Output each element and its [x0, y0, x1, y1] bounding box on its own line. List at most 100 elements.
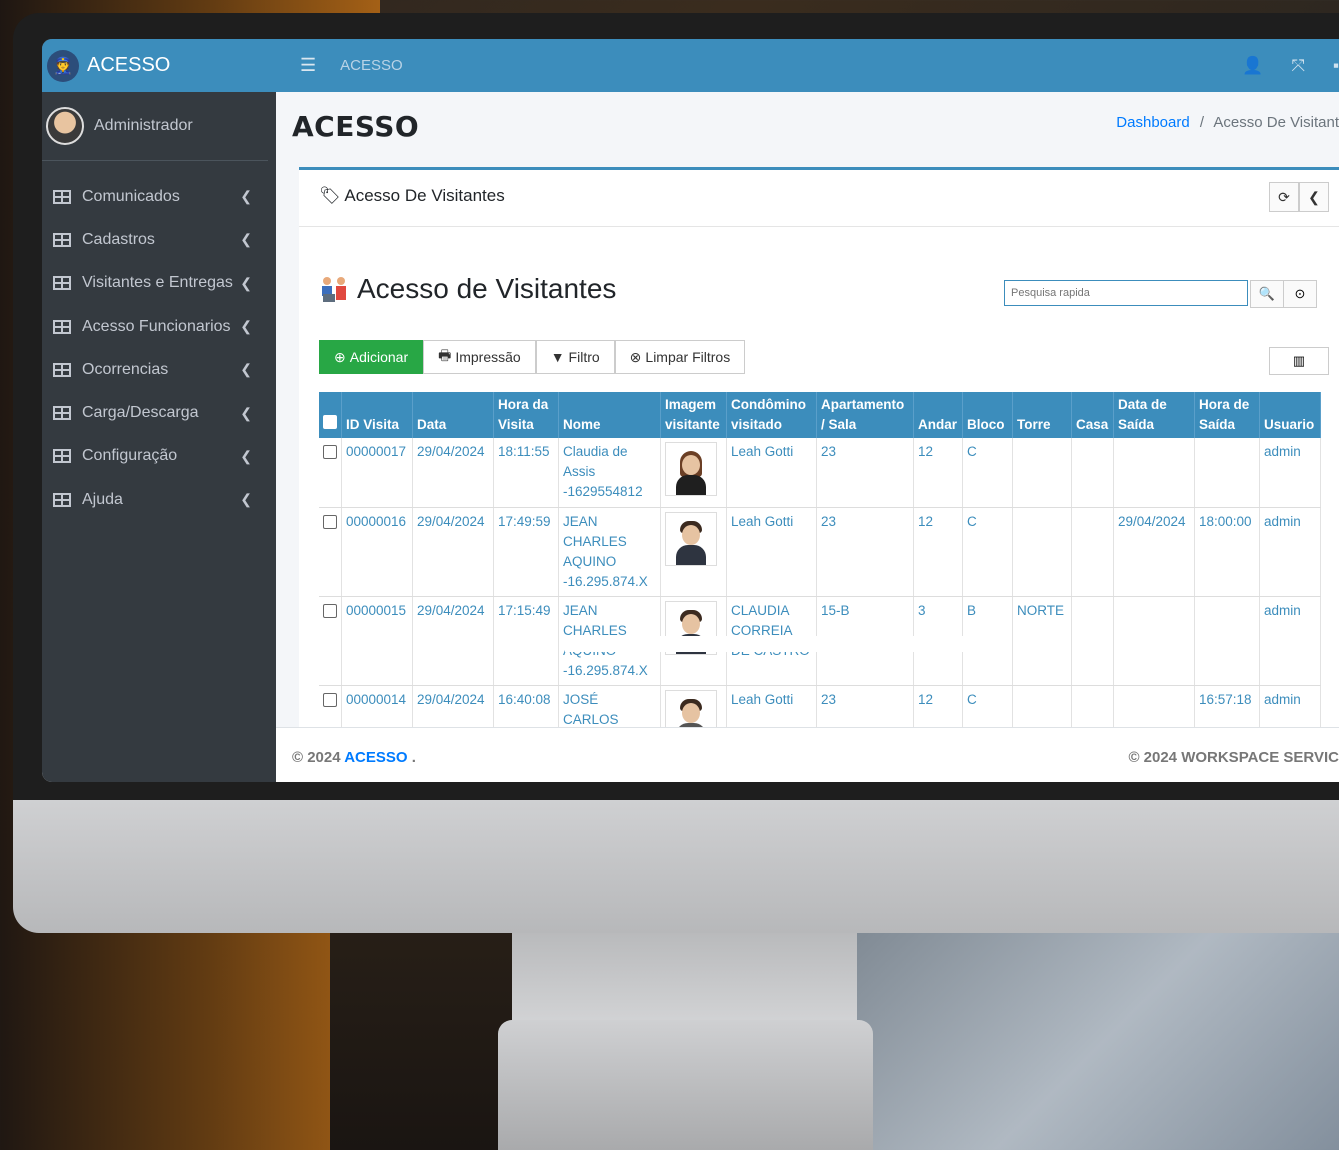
cell-exit-time[interactable]: [1194, 596, 1260, 686]
col-header[interactable]: Usuario: [1259, 392, 1321, 438]
sidebar: 👮 ACESSO Administrador Comunicados ❮ Cada…: [42, 39, 276, 782]
cell-date[interactable]: 29/04/2024: [412, 507, 494, 597]
col-header[interactable]: Data de Saída: [1113, 392, 1195, 438]
cell-bloco[interactable]: C: [962, 438, 1013, 508]
col-header[interactable]: Torre: [1012, 392, 1072, 438]
cell-name[interactable]: JEAN CHARLES AQUINO -16.295.874.X: [558, 507, 661, 597]
footer-link[interactable]: ACESSO: [344, 749, 407, 766]
cell-exit-date[interactable]: 29/04/2024: [1113, 507, 1195, 597]
col-header[interactable]: Condômino visitado: [726, 392, 817, 438]
row-checkbox-cell[interactable]: [319, 596, 342, 686]
add-button[interactable]: ⊕ Adicionar: [319, 340, 424, 374]
cell-casa[interactable]: [1071, 507, 1114, 597]
cell-condomino[interactable]: Leah Gotti: [726, 507, 817, 597]
sidebar-item-visitantes-entregas[interactable]: Visitantes e Entregas ❮: [42, 262, 276, 305]
table-icon: [53, 492, 71, 507]
page-title: ACESSO: [292, 110, 420, 143]
print-button[interactable]: 🖶 Impressão: [423, 340, 536, 374]
col-header[interactable]: Bloco: [962, 392, 1013, 438]
cell-torre[interactable]: [1012, 507, 1072, 597]
sidebar-item-label: Comunicados: [82, 187, 180, 205]
cell-user[interactable]: admin: [1259, 596, 1321, 686]
cell-bloco[interactable]: C: [962, 507, 1013, 597]
sidebar-item-label: Configuração: [82, 447, 178, 465]
filter-icon: ▼: [550, 349, 565, 365]
hamburger-icon[interactable]: ☰: [300, 55, 316, 76]
cell-exit-date[interactable]: [1113, 596, 1195, 686]
cell-name[interactable]: Claudia de Assis -1629554812: [558, 438, 661, 508]
cell-exit-date[interactable]: [1113, 438, 1195, 508]
sidebar-item-cadastros[interactable]: Cadastros ❮: [42, 218, 276, 261]
card-header: 🏷 Acesso De Visitantes ⟳ ❮: [299, 170, 1339, 227]
col-header[interactable]: Hora da Visita: [493, 392, 559, 438]
filter-button[interactable]: ▼ Filtro: [535, 340, 615, 374]
sidebar-item-carga-descarga[interactable]: Carga/Descarga ❮: [42, 391, 276, 434]
sidebar-item-label: Cadastros: [82, 230, 155, 248]
row-checkbox-cell[interactable]: [319, 438, 342, 508]
fullscreen-icon[interactable]: ⤧: [1291, 56, 1305, 76]
cell-casa[interactable]: [1071, 596, 1114, 686]
col-header[interactable]: Hora de Saída: [1194, 392, 1260, 438]
search-icon[interactable]: 🔍: [1250, 280, 1284, 308]
cell-andar[interactable]: 12: [913, 507, 963, 597]
col-header[interactable]: Andar: [913, 392, 963, 438]
cell-time[interactable]: 17:15:49: [493, 596, 559, 686]
grid-icon[interactable]: ▪: [1333, 56, 1339, 76]
row-checkbox[interactable]: [323, 603, 337, 618]
columns-button[interactable]: ▥: [1269, 347, 1329, 375]
cell-torre[interactable]: NORTE: [1012, 596, 1072, 686]
topbar-title[interactable]: ACESSO: [340, 57, 403, 74]
collapse-chevron-icon[interactable]: ❮: [1299, 182, 1329, 212]
col-header[interactable]: Nome: [558, 392, 661, 438]
sidebar-item-ocorrencias[interactable]: Ocorrencias ❮: [42, 348, 276, 391]
cell-id[interactable]: 00000016: [341, 507, 413, 597]
row-checkbox-cell[interactable]: [319, 507, 342, 597]
col-header[interactable]: Casa: [1071, 392, 1114, 438]
cell-exit-time[interactable]: [1194, 438, 1260, 508]
cell-andar[interactable]: 12: [913, 438, 963, 508]
cell-apto[interactable]: 23: [816, 438, 914, 508]
cell-apto[interactable]: 23: [816, 507, 914, 597]
sidebar-item-acesso-funcionarios[interactable]: Acesso Funcionarios ❮: [42, 305, 276, 348]
user-panel[interactable]: Administrador: [42, 92, 268, 161]
sidebar-item-configuracao[interactable]: Configuração ❮: [42, 435, 276, 478]
refresh-icon[interactable]: ⟳: [1269, 182, 1299, 212]
cell-user[interactable]: admin: [1259, 438, 1321, 508]
visitor-photo[interactable]: [665, 511, 717, 566]
table-icon: [53, 449, 71, 464]
user-icon[interactable]: 👤: [1242, 56, 1263, 76]
cell-torre[interactable]: [1012, 438, 1072, 508]
cell-exit-time[interactable]: 18:00:00: [1194, 507, 1260, 597]
table-icon: [53, 362, 71, 377]
cell-id[interactable]: 00000017: [341, 438, 413, 508]
cell-time[interactable]: 18:11:55: [493, 438, 559, 508]
cell-date[interactable]: 29/04/2024: [412, 596, 494, 686]
cell-condomino[interactable]: Leah Gotti: [726, 438, 817, 508]
row-checkbox[interactable]: [323, 692, 337, 707]
row-checkbox[interactable]: [323, 514, 337, 529]
cell-time[interactable]: 17:49:59: [493, 507, 559, 597]
cell-date[interactable]: 29/04/2024: [412, 438, 494, 508]
col-header[interactable]: ID Visita: [341, 392, 413, 438]
table-row[interactable]: 00000017 29/04/2024 18:11:55 Claudia de …: [319, 438, 1321, 508]
select-all-checkbox[interactable]: [323, 415, 337, 429]
col-header[interactable]: Data: [412, 392, 494, 438]
cell-user[interactable]: admin: [1259, 507, 1321, 597]
col-header[interactable]: Apartamento / Sala: [816, 392, 914, 438]
sidebar-item-comunicados[interactable]: Comunicados ❮: [42, 175, 276, 218]
col-header[interactable]: Imagem visitante: [660, 392, 727, 438]
sidebar-item-ajuda[interactable]: Ajuda ❮: [42, 478, 276, 521]
cell-id[interactable]: 00000015: [341, 596, 413, 686]
search-input[interactable]: [1004, 280, 1248, 306]
visitors-table: ID Visita Data Hora da Visita Nome Image…: [319, 392, 1321, 749]
visitor-photo[interactable]: [665, 442, 717, 496]
breadcrumb-home-link[interactable]: Dashboard: [1116, 114, 1189, 131]
clear-filters-button[interactable]: ⊗ Limpar Filtros: [614, 340, 746, 374]
cell-casa[interactable]: [1071, 438, 1114, 508]
brand[interactable]: 👮 ACESSO: [42, 39, 276, 92]
table-row[interactable]: 00000016 29/04/2024 17:49:59 JEAN CHARLE…: [319, 507, 1321, 597]
clear-search-icon[interactable]: ⊙: [1283, 280, 1317, 308]
select-all-checkbox-cell[interactable]: [319, 392, 342, 438]
row-checkbox[interactable]: [323, 445, 337, 459]
sidebar-item-label: Ajuda: [82, 490, 123, 508]
